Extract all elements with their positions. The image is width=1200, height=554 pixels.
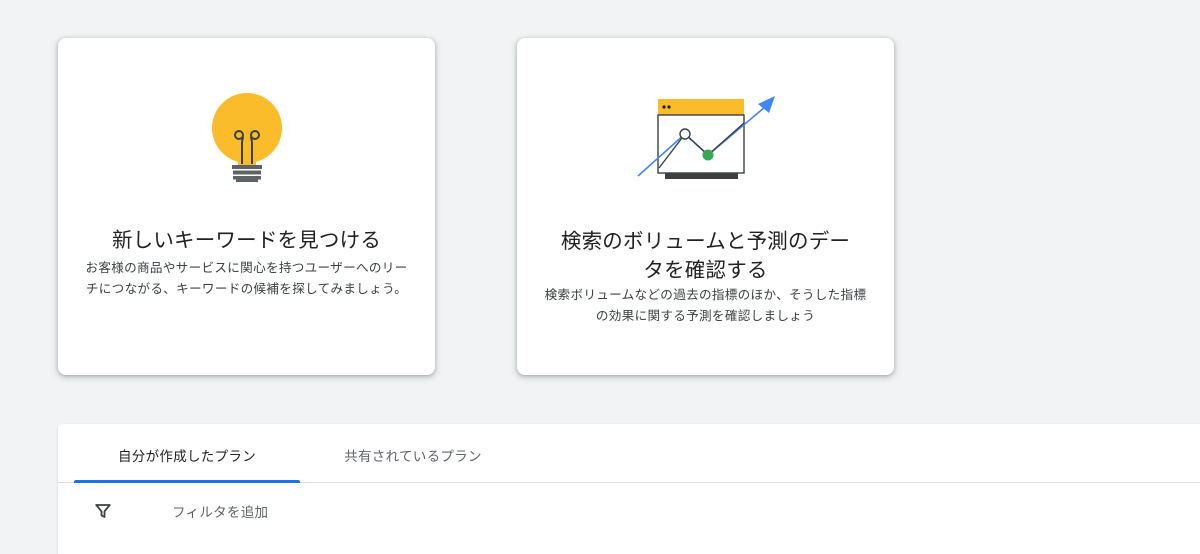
add-filter-input[interactable]: フィルタを追加 — [172, 501, 268, 521]
plans-tabs: 自分が作成したプラン 共有されているプラン — [58, 424, 1200, 483]
plans-panel: 自分が作成したプラン 共有されているプラン フィルタを追加 — [58, 424, 1200, 554]
filter-icon[interactable] — [94, 502, 112, 520]
trend-chart-icon — [517, 96, 894, 226]
lightbulb-icon — [58, 90, 435, 186]
tab-my-plans[interactable]: 自分が作成したプラン — [74, 424, 300, 482]
search-volume-forecast-card[interactable]: 検索のボリュームと予測のデータを確認する 検索ボリュームなどの過去の指標のほか、… — [517, 38, 894, 375]
card-title: 検索のボリュームと予測のデータを確認する — [560, 229, 851, 282]
discover-keywords-card[interactable]: 新しいキーワードを見つける お客様の商品やサービスに関心を持つユーザーへのリーチ… — [58, 38, 435, 375]
card-title: 新しいキーワードを見つける — [111, 228, 382, 252]
card-description: 検索ボリュームなどの過去の指標のほか、そうした指標の効果に関する予測を確認しまし… — [544, 287, 867, 323]
tab-shared-plans[interactable]: 共有されているプラン — [300, 424, 526, 482]
card-description: お客様の商品やサービスに関心を持つユーザーへのリーチにつながる、キーワードの候補… — [85, 260, 408, 296]
